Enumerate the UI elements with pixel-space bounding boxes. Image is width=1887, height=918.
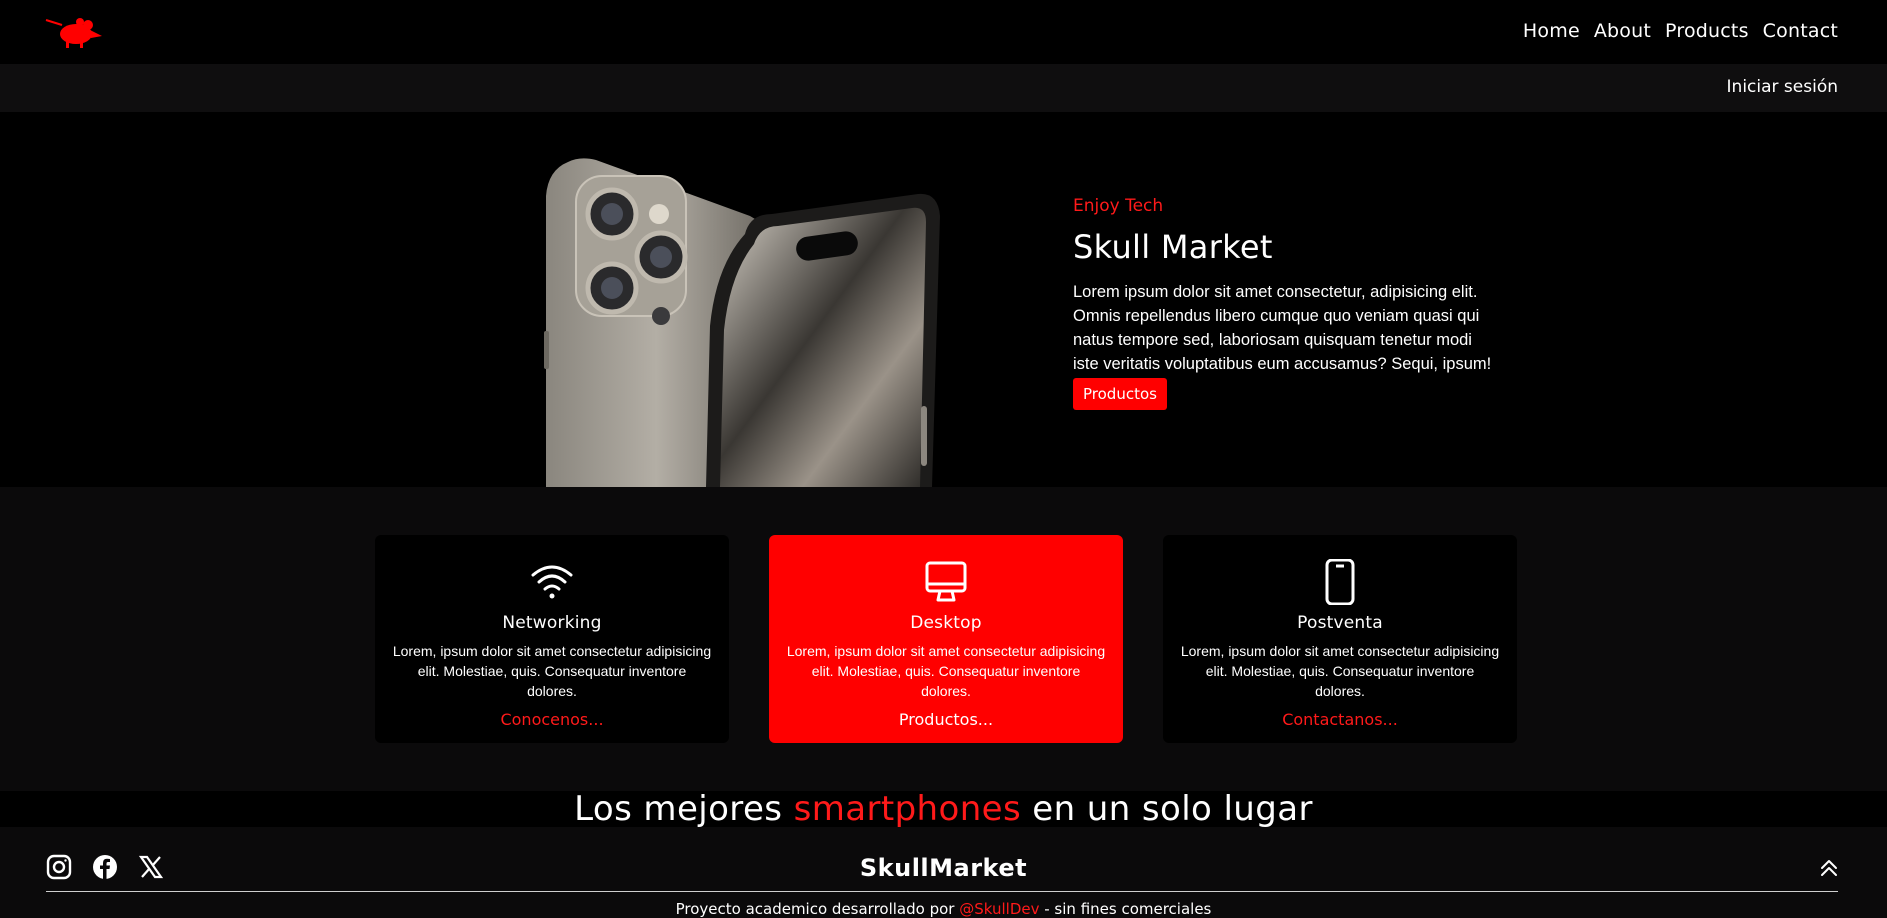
nav-link-home[interactable]: Home xyxy=(1523,20,1580,42)
card-title: Postventa xyxy=(1297,613,1383,633)
card-title: Networking xyxy=(502,613,602,633)
smartphone-icon xyxy=(1163,559,1517,605)
tagline-before: Los mejores xyxy=(574,789,794,829)
wifi-icon xyxy=(375,559,729,605)
card-networking: Networking Lorem, ipsum dolor sit amet c… xyxy=(375,535,729,743)
footer-credit: Proyecto academico desarrollado por @Sku… xyxy=(0,900,1887,918)
login-bar: Iniciar sesión xyxy=(0,64,1887,112)
hero-description: Lorem ipsum dolor sit amet consectetur, … xyxy=(1073,283,1492,373)
card-desktop: Desktop Lorem, ipsum dolor sit amet cons… xyxy=(769,535,1123,743)
productos-link[interactable]: Productos... xyxy=(769,710,1123,729)
nav-link-contact[interactable]: Contact xyxy=(1763,20,1838,42)
tagline-accent: smartphones xyxy=(793,789,1022,829)
scroll-to-top-icon[interactable] xyxy=(1819,857,1839,879)
iphone-product-image xyxy=(540,156,940,487)
footer-divider xyxy=(46,891,1838,892)
nav-link-products[interactable]: Products xyxy=(1665,20,1749,42)
top-navbar: Home About Products Contact xyxy=(0,0,1887,64)
conocenos-link[interactable]: Conocenos... xyxy=(375,710,729,729)
main-nav: Home About Products Contact xyxy=(1523,20,1838,42)
productos-button[interactable]: Productos xyxy=(1073,378,1167,410)
desktop-icon xyxy=(769,559,1123,605)
credit-handle-link[interactable]: @SkullDev xyxy=(959,900,1039,918)
card-text: Lorem, ipsum dolor sit amet consectetur … xyxy=(1180,643,1500,699)
footer: SkullMarket Proyecto academico desarroll… xyxy=(0,827,1887,918)
credit-text-end: - sin fines comerciales xyxy=(1039,900,1212,918)
hero-eyebrow: Enjoy Tech xyxy=(1073,196,1164,216)
card-text: Lorem, ipsum dolor sit amet consectetur … xyxy=(786,643,1106,699)
hero-text-block: Enjoy Tech Skull Market Lorem ipsum dolo… xyxy=(1073,196,1493,410)
card-title: Desktop xyxy=(910,613,982,633)
hero-section: Enjoy Tech Skull Market Lorem ipsum dolo… xyxy=(0,112,1887,487)
hero-title: Skull Market xyxy=(1073,228,1273,266)
card-text: Lorem, ipsum dolor sit amet consectetur … xyxy=(392,643,712,699)
card-postventa: Postventa Lorem, ipsum dolor sit amet co… xyxy=(1163,535,1517,743)
feature-cards: Networking Lorem, ipsum dolor sit amet c… xyxy=(375,535,1517,743)
tagline-after: en un solo lugar xyxy=(1021,789,1313,829)
footer-brand: SkullMarket xyxy=(859,854,1028,882)
credit-text: Proyecto academico desarrollado por xyxy=(675,900,960,918)
contactanos-link[interactable]: Contactanos... xyxy=(1163,710,1517,729)
tagline: Los mejores smartphones en un solo lugar xyxy=(0,791,1887,827)
nav-link-about[interactable]: About xyxy=(1594,20,1651,42)
login-link[interactable]: Iniciar sesión xyxy=(1727,77,1838,97)
rat-logo-icon[interactable] xyxy=(44,14,106,50)
